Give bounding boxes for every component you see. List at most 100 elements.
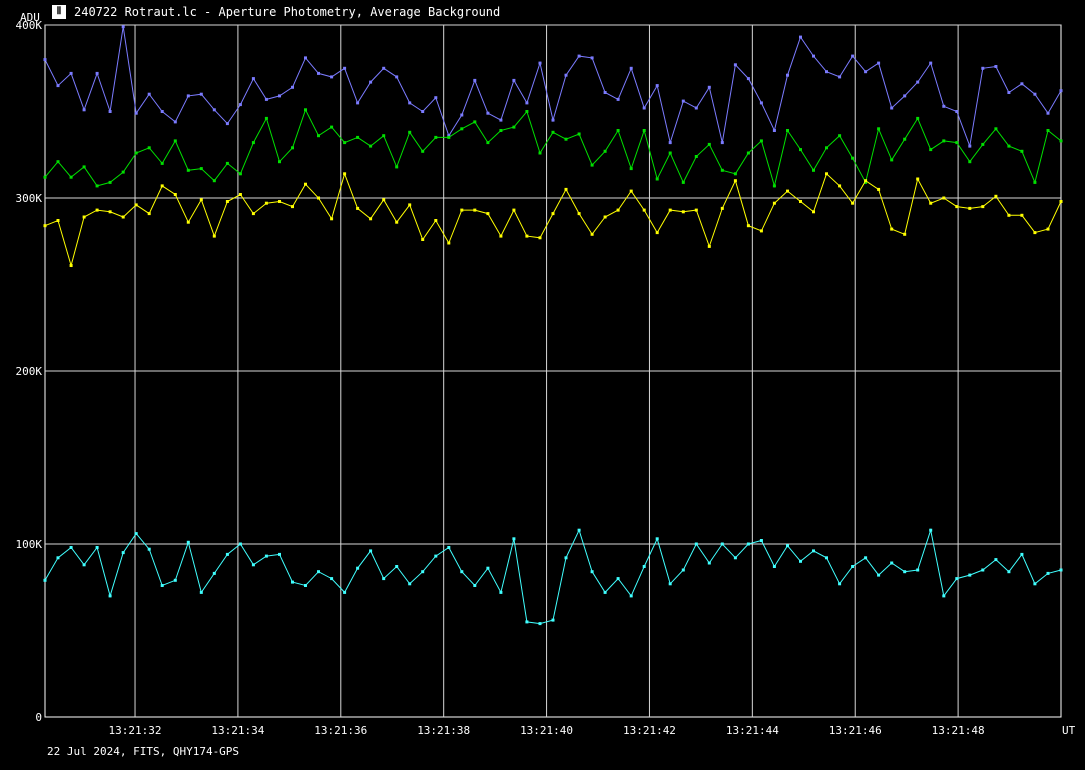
data-point xyxy=(812,54,815,58)
data-point xyxy=(629,594,633,598)
data-point xyxy=(147,146,151,150)
data-point xyxy=(199,167,203,171)
data-point xyxy=(929,148,933,152)
x-axis-label: UT xyxy=(1062,724,1076,737)
data-point xyxy=(629,167,633,171)
data-point xyxy=(955,577,959,581)
data-point xyxy=(108,594,112,598)
data-point xyxy=(564,73,568,77)
data-point xyxy=(291,146,294,150)
data-point xyxy=(330,75,334,79)
data-point xyxy=(304,56,307,60)
data-point xyxy=(681,180,685,184)
data-point xyxy=(590,163,594,167)
data-point xyxy=(655,537,659,541)
data-point xyxy=(499,234,503,238)
data-point xyxy=(82,165,86,169)
data-point xyxy=(486,111,490,115)
data-point xyxy=(786,73,789,77)
data-point xyxy=(864,556,868,560)
data-point xyxy=(369,549,373,553)
data-point xyxy=(460,570,464,574)
data-point xyxy=(1046,129,1050,132)
data-point xyxy=(981,66,985,70)
data-point xyxy=(890,227,894,231)
data-point xyxy=(369,80,373,84)
data-point xyxy=(56,84,60,88)
data-point xyxy=(994,194,998,198)
data-point xyxy=(434,219,438,222)
data-point xyxy=(1007,570,1011,574)
data-point xyxy=(903,570,907,574)
x-tick-label: 13:21:40 xyxy=(520,724,573,737)
data-point xyxy=(981,568,985,572)
data-point xyxy=(955,141,959,145)
data-point xyxy=(43,578,47,582)
data-point xyxy=(890,106,894,110)
data-point xyxy=(512,208,516,212)
data-point xyxy=(1033,582,1037,586)
data-point xyxy=(942,104,946,108)
data-point xyxy=(981,142,985,146)
data-point xyxy=(668,151,672,155)
data-point xyxy=(264,116,268,120)
data-point xyxy=(173,193,177,196)
data-point xyxy=(825,70,828,74)
data-point xyxy=(838,75,842,79)
data-point xyxy=(82,108,86,112)
data-point xyxy=(720,206,724,210)
data-point xyxy=(668,141,672,145)
data-point xyxy=(929,61,933,65)
data-point xyxy=(147,92,151,96)
data-point xyxy=(291,580,294,584)
data-point xyxy=(1033,92,1037,96)
data-point xyxy=(121,170,125,174)
data-point xyxy=(369,144,373,148)
data-point xyxy=(408,130,412,134)
data-point xyxy=(460,113,464,117)
data-point xyxy=(434,135,438,139)
data-point xyxy=(499,590,503,594)
data-point xyxy=(56,556,60,560)
data-point xyxy=(499,129,503,132)
data-point xyxy=(343,66,347,70)
data-point xyxy=(694,208,698,212)
data-point xyxy=(473,584,477,587)
data-point xyxy=(538,622,542,626)
data-point xyxy=(603,91,607,94)
data-point xyxy=(160,161,164,165)
data-point xyxy=(994,127,998,131)
data-point xyxy=(877,187,881,191)
data-point xyxy=(564,187,568,191)
data-point xyxy=(95,71,99,75)
data-point xyxy=(616,129,620,132)
data-point xyxy=(525,101,529,105)
data-point xyxy=(825,556,828,560)
data-point xyxy=(799,200,802,203)
data-point xyxy=(1020,82,1024,86)
data-point xyxy=(499,118,503,122)
data-point xyxy=(69,546,73,549)
data-point xyxy=(212,234,216,238)
data-point xyxy=(134,203,138,207)
data-point xyxy=(746,77,750,81)
data-point xyxy=(238,172,242,176)
grid xyxy=(45,24,1061,717)
data-point xyxy=(851,156,855,160)
y-axis-label: ADU xyxy=(20,11,40,24)
data-point xyxy=(108,180,112,184)
data-point xyxy=(1020,552,1024,556)
data-point xyxy=(212,179,216,183)
data-point xyxy=(929,528,933,532)
data-point xyxy=(564,556,568,560)
data-point xyxy=(95,208,99,212)
data-point xyxy=(916,568,920,572)
x-tick-label: 13:21:36 xyxy=(314,724,367,737)
data-point xyxy=(681,99,685,103)
data-point xyxy=(655,177,659,181)
x-tick-label: 13:21:38 xyxy=(417,724,470,737)
data-point xyxy=(343,590,347,594)
data-point xyxy=(317,570,320,574)
data-point xyxy=(551,118,555,122)
axis-labels: 0100K200K300K400K13:21:32 13:21:34 13:21:3… xyxy=(16,19,985,737)
